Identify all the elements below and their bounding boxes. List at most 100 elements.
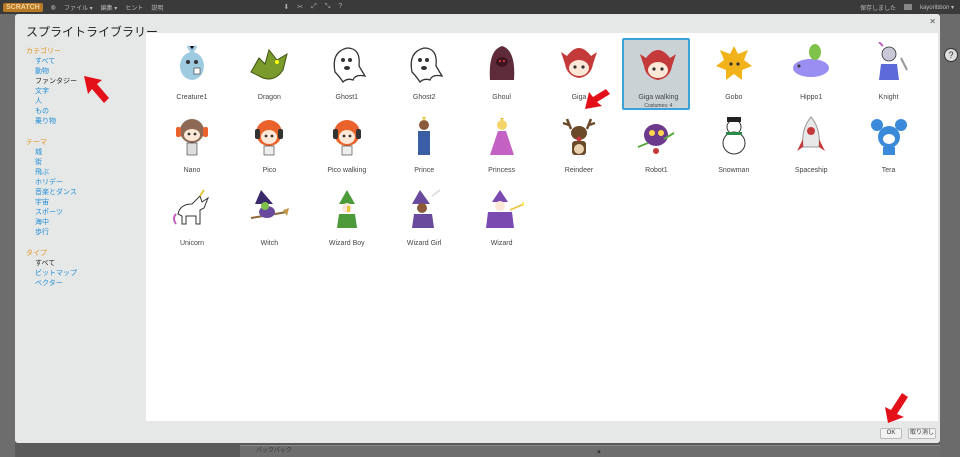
- category-transportation[interactable]: 乗り物: [26, 117, 144, 127]
- theme-holiday[interactable]: ホリデー: [26, 178, 144, 188]
- wizard-boy-icon: [336, 190, 357, 228]
- robot-icon: [638, 124, 675, 154]
- sprite-tile[interactable]: Hippo1: [777, 38, 845, 110]
- backpack-label: バックパック: [256, 448, 292, 454]
- shrink-icon[interactable]: ⤡: [325, 3, 331, 11]
- sprite-name: Witch: [260, 240, 279, 247]
- princess-icon: [489, 118, 514, 155]
- sprite-name: Giga walking: [638, 94, 679, 101]
- sprite-name: Prince: [414, 167, 435, 174]
- cut-icon[interactable]: ✂: [297, 3, 303, 11]
- background-editor-right: [940, 14, 960, 457]
- menu-tips[interactable]: ヒント: [125, 3, 143, 12]
- sprite-tile[interactable]: Gobo: [700, 38, 768, 110]
- theme-underwater[interactable]: 海中: [26, 218, 144, 228]
- spaceship-icon: [797, 116, 826, 151]
- category-all[interactable]: すべて: [26, 57, 144, 67]
- theme-city[interactable]: 街: [26, 158, 144, 168]
- sprite-tile[interactable]: Ghoul: [468, 38, 536, 110]
- sprite-tile[interactable]: Wizard Boy: [313, 184, 381, 256]
- category-heading: カテゴリー: [26, 48, 61, 55]
- sprite-name: Snowman: [718, 167, 750, 174]
- theme-castle[interactable]: 城: [26, 148, 144, 158]
- menu-file[interactable]: ファイル ▾: [64, 3, 93, 12]
- sprite-tile[interactable]: Giga walking Costumes: 4: [622, 38, 691, 110]
- sprite-name: Ghost2: [412, 94, 436, 101]
- sprite-tile[interactable]: Robot1: [622, 111, 690, 183]
- sprite-tile[interactable]: Dragon: [235, 38, 303, 110]
- sprite-tile[interactable]: Creature1: [158, 38, 226, 110]
- menu-edit[interactable]: 編集 ▾: [101, 3, 118, 12]
- sprite-tile[interactable]: Ghost1: [313, 38, 381, 110]
- sprite-tile[interactable]: Spaceship: [777, 111, 845, 183]
- sprite-tile[interactable]: Snowman: [700, 111, 768, 183]
- sprite-tile[interactable]: Pico: [235, 111, 303, 183]
- backpack-bar[interactable]: バックパック ▲: [240, 445, 940, 457]
- ok-button[interactable]: OK: [880, 428, 902, 439]
- sprite-tile[interactable]: Wizard Girl: [390, 184, 458, 256]
- creature-icon: [180, 45, 204, 80]
- sprite-tile[interactable]: Reindeer: [545, 111, 613, 183]
- sprite-tile[interactable]: Witch: [235, 184, 303, 256]
- sprite-tile[interactable]: Unicorn: [158, 184, 226, 256]
- reindeer-icon: [562, 118, 596, 155]
- sprite-name: Gobo: [725, 94, 743, 101]
- help-icon[interactable]: ?: [338, 3, 342, 11]
- theme-music-dance[interactable]: 音楽とダンス: [26, 188, 144, 198]
- save-status: 保存しました: [859, 5, 896, 12]
- sprite-tile[interactable]: Knight: [855, 38, 923, 110]
- cancel-button[interactable]: 取り消し: [908, 428, 936, 439]
- ghoul-icon: [489, 46, 514, 80]
- type-all[interactable]: すべて: [26, 259, 144, 269]
- wizard-icon: [485, 190, 524, 228]
- type-vector[interactable]: ベクター: [26, 279, 144, 289]
- nano-icon: [176, 119, 208, 156]
- sprite-name: Princess: [488, 167, 516, 174]
- sprite-tile[interactable]: Tera: [855, 111, 923, 183]
- sprite-name: Tera: [881, 167, 896, 174]
- witch-icon: [251, 190, 290, 219]
- close-icon[interactable]: ✕: [929, 17, 936, 26]
- scratch-logo[interactable]: SCRATCH: [3, 2, 43, 12]
- sprite-tile[interactable]: Wizard: [468, 184, 536, 256]
- theme-sports[interactable]: スポーツ: [26, 208, 144, 218]
- dragon-icon: [250, 48, 289, 80]
- user-menu[interactable]: kayoribbon ▾: [920, 4, 954, 11]
- sprite-grid: Creature1 Dragon Ghost1 Ghost2 Ghoul Giga Giga…: [146, 33, 938, 421]
- sprite-name: Dragon: [257, 94, 281, 101]
- stamp-icon[interactable]: ⬇: [283, 3, 289, 11]
- unicorn-icon: [173, 189, 210, 225]
- sprite-tile[interactable]: Ghost2: [390, 38, 458, 110]
- globe-icon[interactable]: ◍: [51, 4, 56, 11]
- folder-icon[interactable]: [903, 4, 912, 10]
- prince-icon: [418, 117, 431, 155]
- dialog-title: スプライトライブラリー: [26, 25, 159, 39]
- hippo-icon: [793, 44, 830, 77]
- sprite-name: Ghost1: [335, 94, 359, 101]
- theme-flying[interactable]: 飛ぶ: [26, 168, 144, 178]
- annotation-arrow-ok: [885, 393, 908, 423]
- giga-icon: [640, 50, 677, 80]
- type-bitmap[interactable]: ビットマップ: [26, 269, 144, 279]
- sprite-tile[interactable]: Prince: [390, 111, 458, 183]
- sprite-name: Hippo1: [800, 94, 823, 101]
- sprite-name: Spaceship: [794, 167, 828, 174]
- sprite-name: Robot1: [645, 167, 668, 174]
- theme-space[interactable]: 宇宙: [26, 198, 144, 208]
- gobo-icon: [715, 46, 752, 80]
- pico-icon: [255, 120, 284, 156]
- help-icon[interactable]: ?: [944, 48, 958, 62]
- type-heading: タイプ: [26, 250, 47, 257]
- grow-icon[interactable]: ⤢: [311, 3, 317, 11]
- sprite-name: Pico: [262, 167, 277, 174]
- sprite-tile[interactable]: Nano: [158, 111, 226, 183]
- theme-walking[interactable]: 歩行: [26, 228, 144, 238]
- sprite-name: Nano: [183, 167, 201, 174]
- triangle-up-icon[interactable]: ▲: [596, 447, 602, 457]
- sprite-tile[interactable]: Princess: [468, 111, 536, 183]
- sprite-tile[interactable]: Pico walking: [313, 111, 381, 183]
- category-things[interactable]: もの: [26, 107, 144, 117]
- menu-bar: SCRATCH ◍ ファイル ▾ 編集 ▾ ヒント 説明 ⬇ ✂ ⤢ ⤡ ? 保…: [0, 0, 960, 14]
- menu-about[interactable]: 説明: [151, 3, 163, 12]
- knight-icon: [877, 42, 908, 80]
